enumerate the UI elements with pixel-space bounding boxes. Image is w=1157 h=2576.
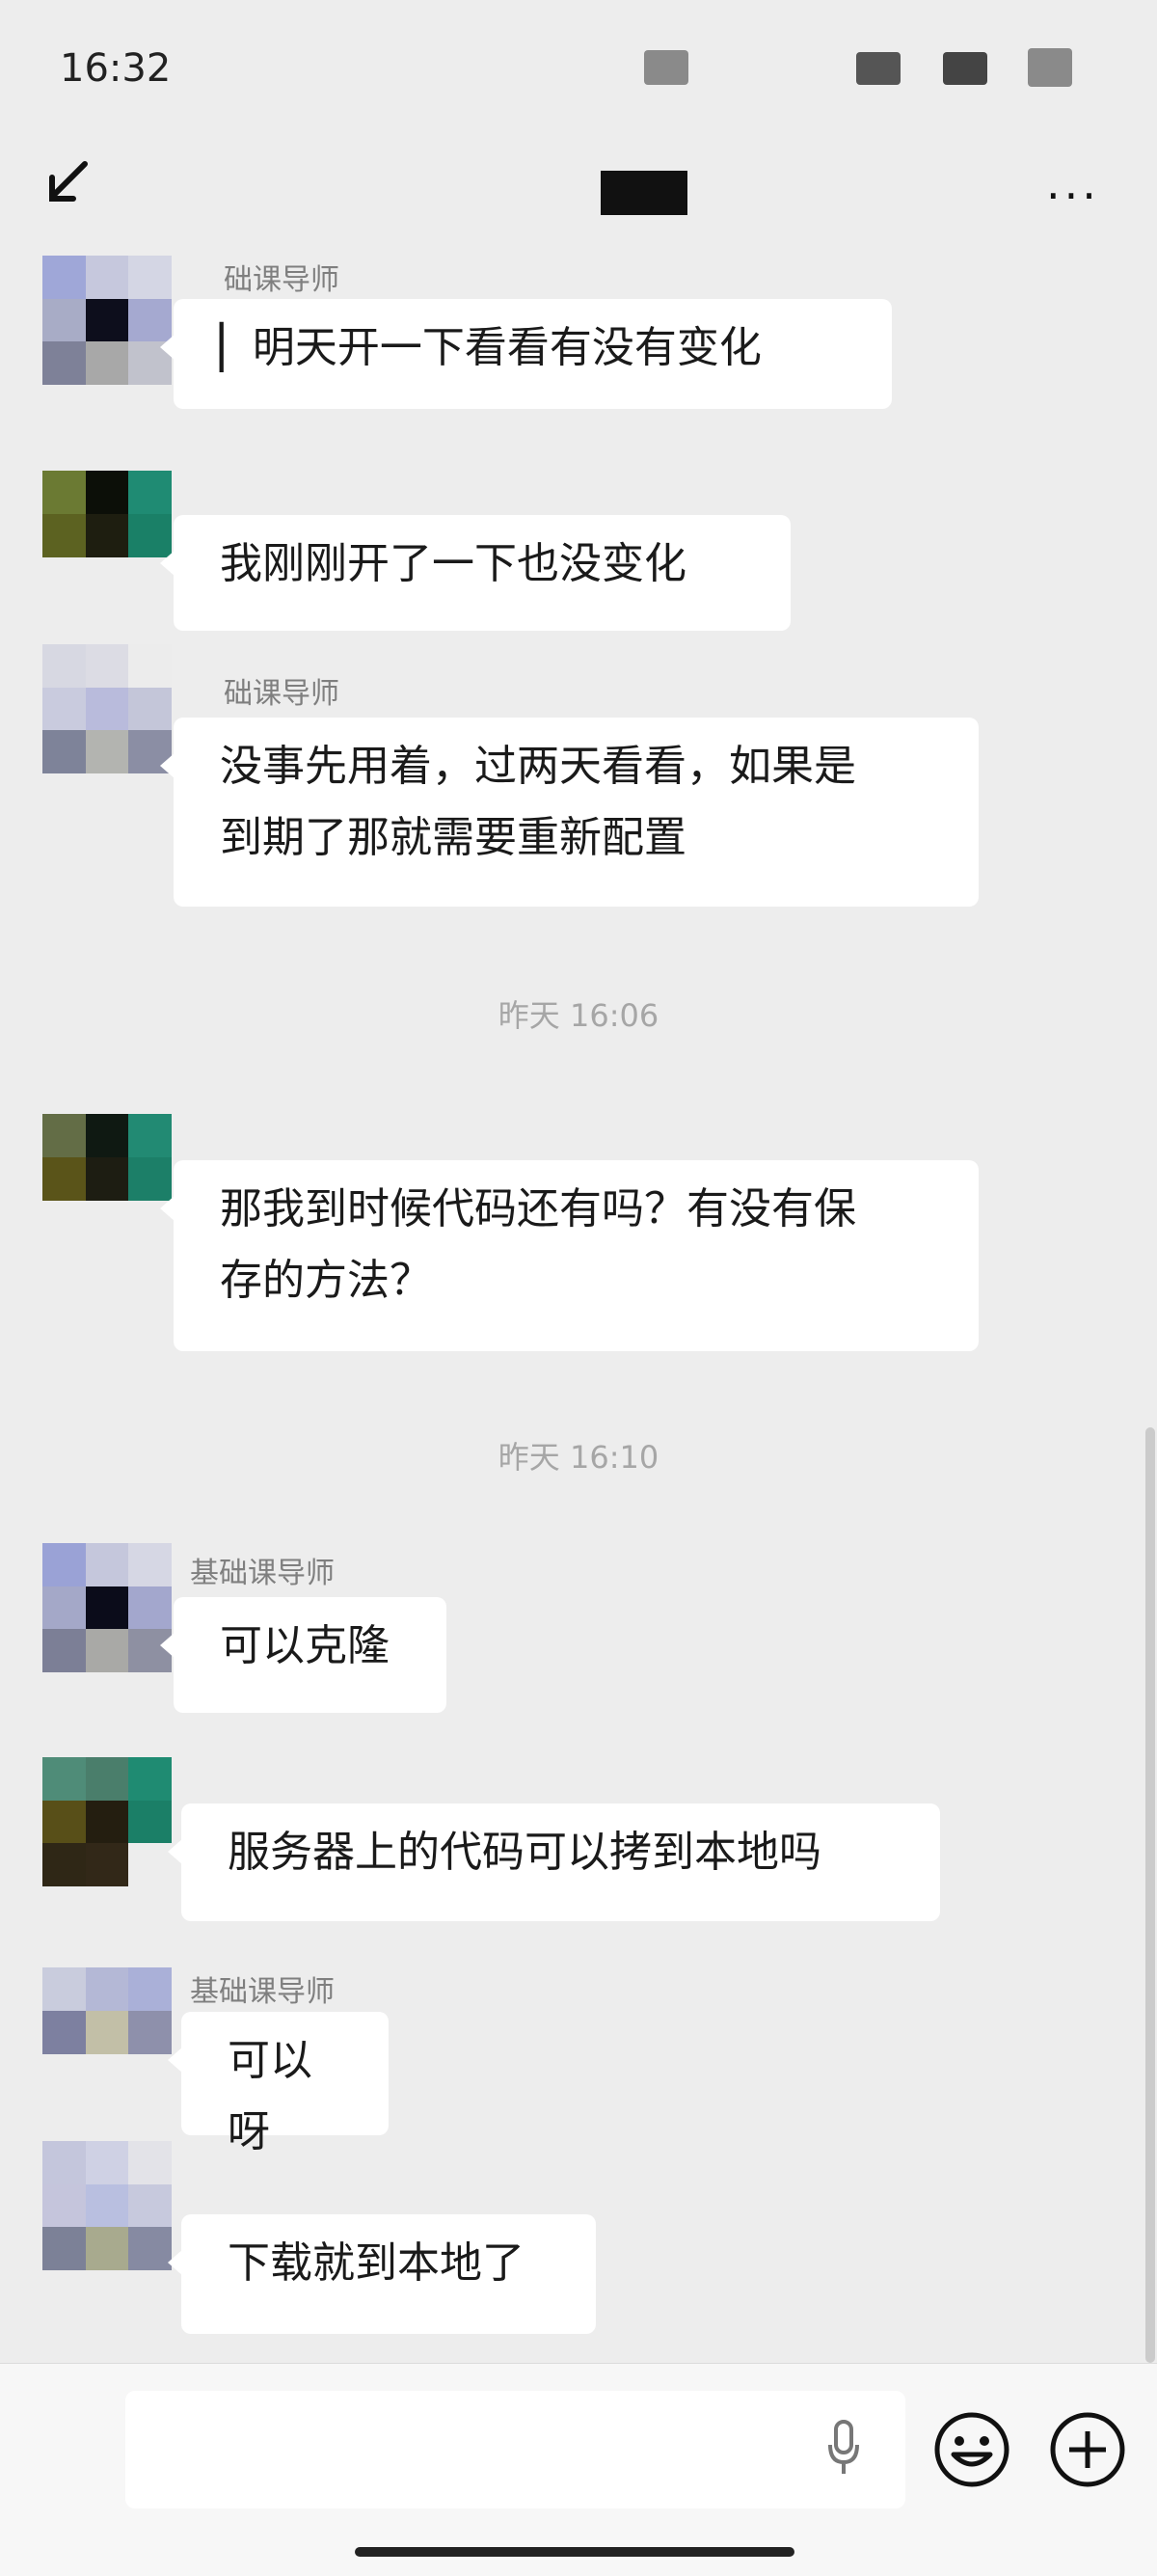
message-bubble[interactable]: 那我到时候代码还有吗？有没有保 存的方法？ [160,1160,979,1351]
message-bubble[interactable]: 可以呀 [168,2012,389,2156]
avatar[interactable] [42,1967,172,2054]
message-text: 没事先用着，过两天看看，如果是 [220,742,856,791]
signal-icon-2 [943,52,987,85]
status-time: 16:32 [60,46,172,91]
message-bubble[interactable]: ▏明天开一下看看有没有变化 [160,299,892,409]
message-bubble[interactable]: 可以克隆 [160,1597,446,1713]
message-text: 可以呀 [228,2036,312,2156]
message-bubble[interactable]: 下载就到本地了 [168,2214,596,2334]
message-text: ▏明天开一下看看有没有变化 [220,323,762,372]
message-bubble[interactable]: 没事先用着，过两天看看，如果是 到期了那就需要重新配置 [160,718,979,907]
message-text: 存的方法？ [220,1256,432,1305]
avatar[interactable] [42,256,172,385]
more-options-button[interactable]: ··· [1046,174,1100,218]
input-bar [0,2363,1157,2576]
sender-name: 础课导师 [224,263,339,297]
message-text: 下载就到本地了 [228,2238,525,2288]
timestamp: 昨天 16:06 [498,997,659,1034]
chat-header: ··· [0,135,1157,251]
message-text: 我刚刚开了一下也没变化 [220,539,686,588]
emoji-icon[interactable] [932,2410,1011,2489]
message-bubble[interactable]: 我刚刚开了一下也没变化 [160,515,791,631]
back-icon[interactable] [39,156,96,214]
avatar[interactable] [42,1114,172,1201]
mic-icon[interactable] [827,2420,860,2478]
message-text: 服务器上的代码可以拷到本地吗 [228,1828,821,1877]
avatar[interactable] [42,1543,172,1672]
plus-icon[interactable] [1048,2410,1127,2489]
message-bubble[interactable]: 服务器上的代码可以拷到本地吗 [168,1803,940,1921]
battery-icon [1028,48,1072,87]
chat-title [601,171,687,215]
avatar[interactable] [42,471,172,557]
chat-scrollbar[interactable] [1145,1427,1155,2363]
message-text: 那我到时候代码还有吗？有没有保 [220,1184,856,1234]
status-bar: 16:32 [0,0,1157,125]
timestamp: 昨天 16:10 [498,1439,659,1476]
sender-name: 础课导师 [224,677,339,711]
avatar[interactable] [42,644,172,773]
sender-name: 基础课导师 [190,1975,335,2009]
avatar[interactable] [42,1757,172,1886]
message-text: 到期了那就需要重新配置 [220,813,686,862]
status-icons [644,50,688,85]
message-text: 可以克隆 [220,1621,390,1670]
message-input[interactable] [125,2391,905,2508]
avatar[interactable] [42,2141,172,2270]
home-indicator[interactable] [355,2547,794,2557]
signal-icon [856,52,901,85]
sender-name: 基础课导师 [190,1557,335,1590]
